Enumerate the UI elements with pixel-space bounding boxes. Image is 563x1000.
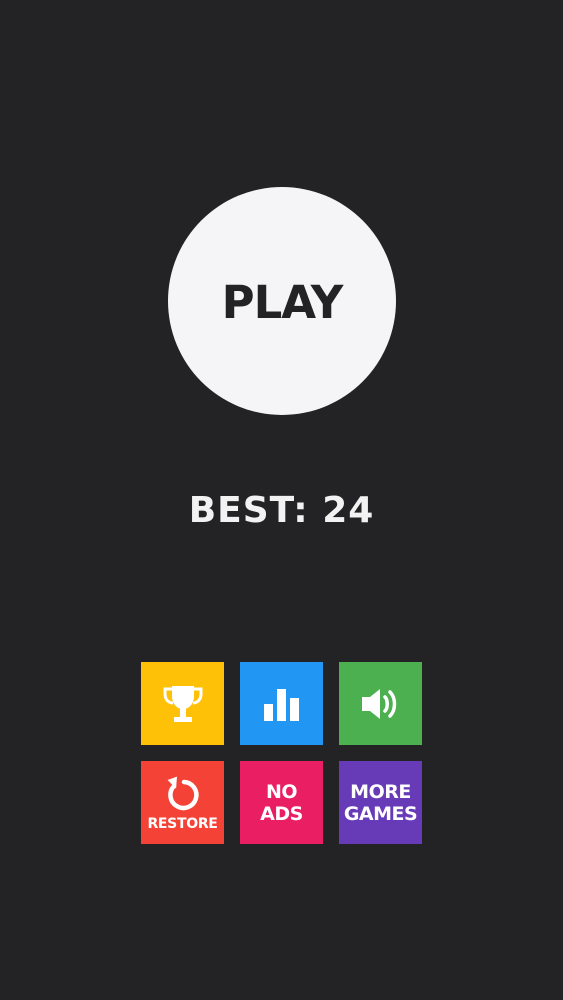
more-games-button[interactable]: MORE GAMES: [339, 761, 422, 844]
no-ads-button[interactable]: NO ADS: [240, 761, 323, 844]
no-ads-line1: NO: [265, 780, 298, 803]
best-value: 24: [322, 490, 375, 531]
restore-label: RESTORE: [147, 815, 218, 832]
play-label: PLAY: [221, 275, 344, 329]
no-ads-line2: ADS: [260, 802, 303, 825]
restore-arrow-icon: [163, 774, 203, 814]
speaker-icon: [358, 681, 404, 727]
best-score: BEST: 24: [0, 490, 563, 531]
trophy-icon: [160, 681, 206, 727]
best-label: BEST:: [188, 490, 309, 531]
sound-toggle-button[interactable]: [339, 662, 422, 745]
restore-button[interactable]: RESTORE: [141, 761, 224, 844]
leaderboard-button[interactable]: [240, 662, 323, 745]
bar-chart-icon: [259, 681, 305, 727]
play-button[interactable]: PLAY: [168, 187, 396, 415]
more-games-line2: GAMES: [343, 802, 418, 825]
more-games-line1: MORE: [350, 780, 411, 803]
achievements-button[interactable]: [141, 662, 224, 745]
